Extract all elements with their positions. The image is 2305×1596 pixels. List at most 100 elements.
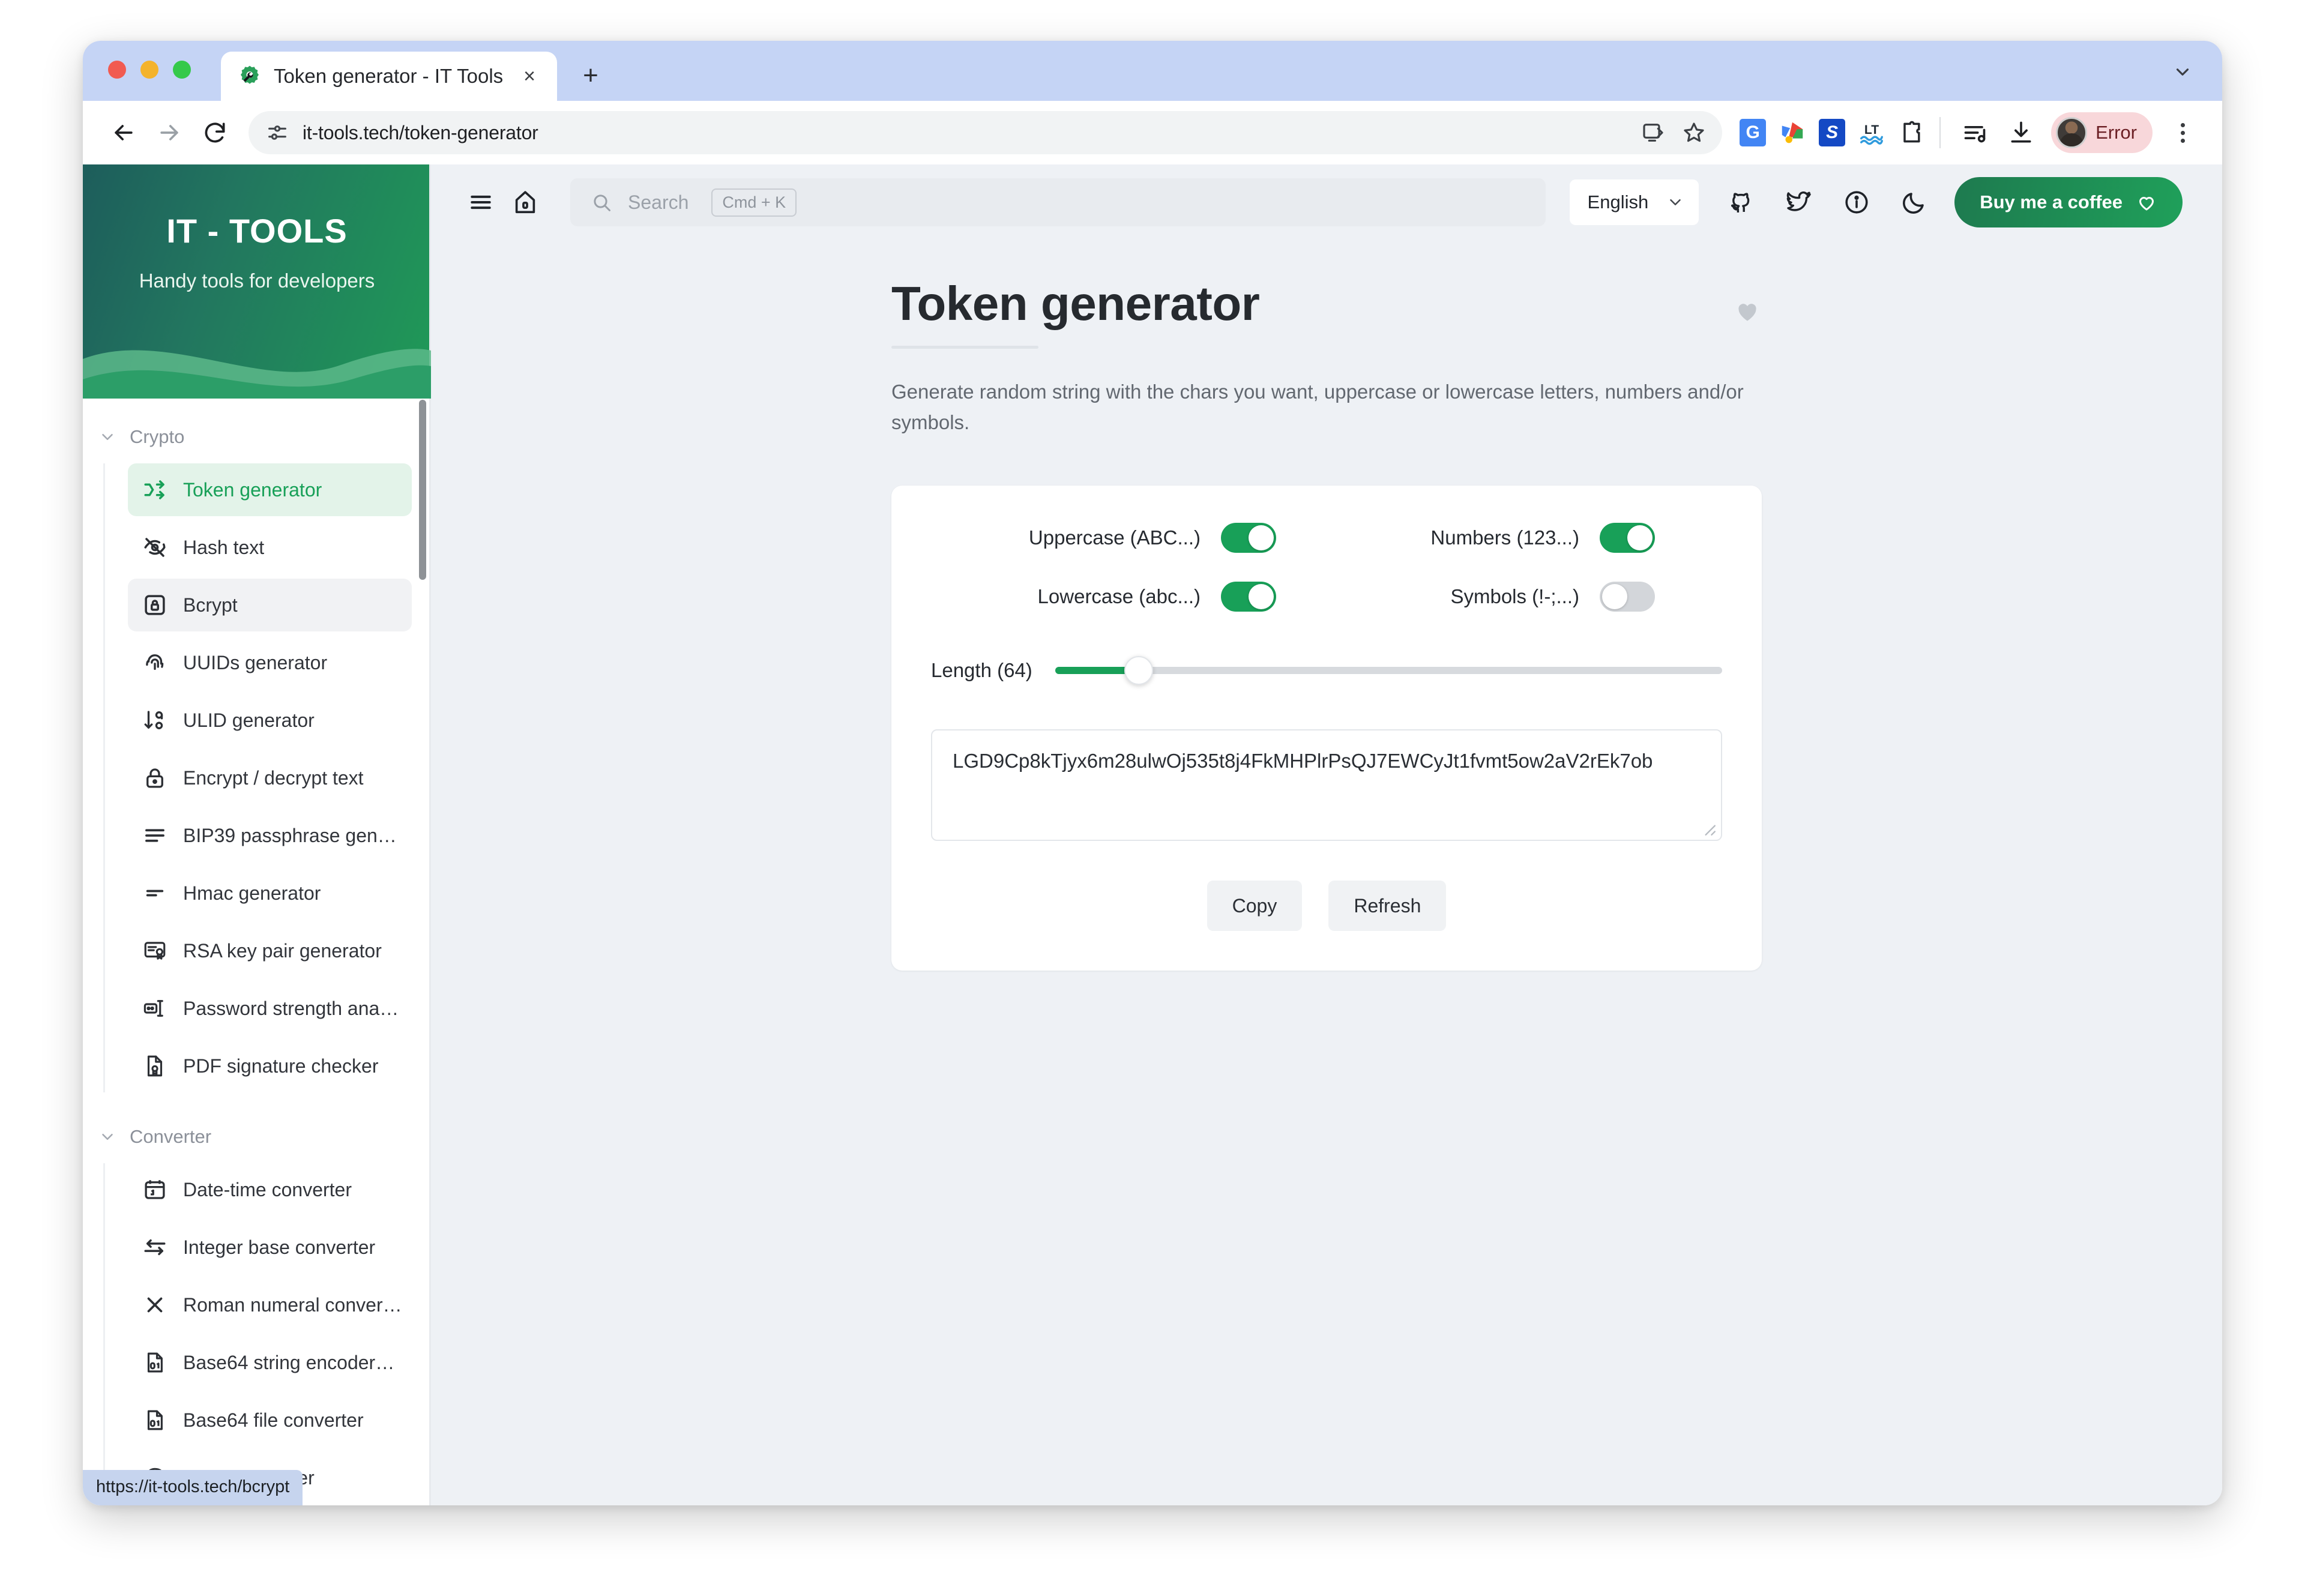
wrench-gear-icon: [241, 65, 259, 84]
buy-me-a-coffee-button[interactable]: Buy me a coffee: [1954, 177, 2183, 227]
token-output-textarea[interactable]: LGD9Cp8kTjyx6m28ulwOj535t8j4FkMHPlrPsQJ7…: [931, 729, 1722, 842]
download-icon: [2011, 121, 2031, 143]
address-bar[interactable]: it-tools.tech/token-generator: [249, 111, 1723, 154]
option-numbers: Numbers (123...): [1310, 523, 1689, 553]
page-title-row: Token generator: [891, 280, 1762, 349]
copy-button[interactable]: Copy: [1207, 881, 1303, 932]
uppercase-toggle[interactable]: [1221, 523, 1276, 553]
hamburger-icon: [471, 195, 491, 209]
tab-list-chevron-icon[interactable]: [2166, 55, 2199, 89]
sidebar-item-roman-numeral-converter[interactable]: Roman numeral conver…: [128, 1278, 412, 1331]
close-tab-button[interactable]: ×: [516, 63, 543, 89]
close-window-button[interactable]: [108, 61, 126, 79]
sidebar-item-integer-base-converter[interactable]: Integer base converter: [128, 1221, 412, 1274]
favorite-heart-icon[interactable]: [1733, 297, 1762, 325]
sidebar-scrollbar[interactable]: [419, 400, 426, 580]
sidebar-item-label: Integer base converter: [183, 1236, 376, 1258]
new-tab-button[interactable]: +: [573, 58, 609, 94]
fingerprint-icon: [146, 654, 164, 670]
sidebar-item-pdf-signature-checker[interactable]: PDF signature checker: [128, 1040, 412, 1092]
sidebar-item-hash-text[interactable]: Hash text: [128, 521, 412, 574]
sidebar-item-uuids-generator[interactable]: UUIDs generator: [128, 636, 412, 689]
minimize-window-button[interactable]: [140, 61, 158, 79]
about-button[interactable]: [1834, 180, 1879, 224]
sidebar-item-label: Date-time converter: [183, 1178, 352, 1200]
twitter-link[interactable]: [1777, 180, 1821, 224]
file-badge-icon: [147, 1055, 163, 1077]
option-lowercase: Lowercase (abc...): [931, 582, 1310, 612]
toggle-knob: [1627, 525, 1653, 551]
coffee-button-label: Buy me a coffee: [1980, 191, 2123, 212]
github-link[interactable]: [1719, 180, 1764, 224]
status-bar-link: https://it-tools.tech/bcrypt: [83, 1470, 303, 1505]
home-button[interactable]: [503, 180, 547, 224]
back-button[interactable]: [102, 111, 145, 154]
sidebar-item-encrypt-decrypt-text[interactable]: Encrypt / decrypt text: [128, 751, 412, 804]
sidebar-item-token-generator[interactable]: Token generator: [128, 463, 412, 516]
length-row: Length (64): [931, 655, 1722, 686]
brand-subtitle: Handy tools for developers: [139, 270, 375, 292]
symbols-toggle[interactable]: [1600, 582, 1655, 612]
sidebar-item-hmac-generator[interactable]: Hmac generator: [128, 867, 412, 920]
sidebar-item-base64-string-encoder[interactable]: Base64 string encoder…: [128, 1336, 412, 1389]
content-area: Search Cmd + K English Buy me a coffee T…: [431, 164, 2222, 1505]
scribe-icon[interactable]: S: [1817, 118, 1847, 148]
tab-strip: Token generator - IT Tools × +: [83, 41, 2222, 101]
options-grid: Uppercase (ABC...) Numbers (123...) Lowe…: [931, 523, 1722, 612]
lowercase-toggle[interactable]: [1221, 582, 1276, 612]
sidebar-item-date-time-converter[interactable]: Date-time converter: [128, 1163, 412, 1216]
sidebar-item-password-strength-analyser[interactable]: Password strength ana…: [128, 982, 412, 1035]
sidebar-item-label: RSA key pair generator: [183, 939, 382, 962]
search-icon: [594, 194, 610, 211]
sidebar-group-converter[interactable]: Converter: [83, 1115, 431, 1158]
site-settings-icon[interactable]: [265, 121, 289, 145]
sidebar-item-base64-file-converter[interactable]: Base64 file converter: [128, 1394, 412, 1447]
reading-list-icon[interactable]: [1954, 111, 1997, 154]
toggle-knob: [1249, 525, 1274, 551]
languagetool-icon[interactable]: LT: [1857, 118, 1887, 148]
google-translate-icon[interactable]: G: [1738, 118, 1768, 148]
bookmark-star-icon[interactable]: [1675, 114, 1713, 151]
sidebar-group-label: Converter: [130, 1126, 212, 1147]
page-title-block: Token generator: [891, 280, 1260, 349]
sidebar-item-bcrypt[interactable]: Bcrypt: [128, 579, 412, 631]
main-scroll-region: Token generator Generate random string w…: [431, 240, 2222, 1505]
sidebar-item-bip39-passphrase-generator[interactable]: BIP39 passphrase gen…: [128, 809, 412, 862]
extension-puzzle-icon[interactable]: [1896, 118, 1926, 148]
address-bar-actions: [1635, 114, 1713, 151]
file-binary-icon: [147, 1410, 163, 1430]
arrows-exchange-icon: [144, 1239, 166, 1256]
length-slider[interactable]: [1055, 655, 1722, 686]
profile-button[interactable]: Error: [2051, 112, 2153, 153]
heart-icon: [2139, 197, 2154, 211]
sidebar-group-items-crypto: Token generator Hash text Bcrypt UUIDs g…: [103, 463, 431, 1092]
install-app-icon[interactable]: [1635, 114, 1672, 151]
numbers-toggle[interactable]: [1600, 523, 1655, 553]
dark-mode-toggle[interactable]: [1892, 180, 1936, 224]
language-select[interactable]: English: [1569, 179, 1699, 225]
browser-tab[interactable]: Token generator - IT Tools ×: [221, 52, 557, 101]
reload-button[interactable]: [193, 111, 237, 154]
browser-window: Token generator - IT Tools × + it-tools.…: [83, 41, 2222, 1505]
sidebar-item-rsa-key-pair-generator[interactable]: RSA key pair generator: [128, 924, 412, 977]
svg-text:LT: LT: [1864, 123, 1879, 137]
menu-toggle-button[interactable]: [459, 180, 503, 224]
sidebar-item-ulid-generator[interactable]: ULID generator: [128, 694, 412, 747]
toggle-knob: [1249, 584, 1274, 610]
browser-menu-button[interactable]: [2163, 113, 2202, 152]
refresh-button[interactable]: Refresh: [1328, 881, 1447, 932]
arrow-right-icon: [160, 125, 178, 140]
chevron-down-icon: [102, 434, 113, 440]
google-colorful-icon[interactable]: [1777, 118, 1807, 148]
maximize-window-button[interactable]: [173, 61, 191, 79]
sidebar-item-label: ULID generator: [183, 709, 315, 731]
forward-button[interactable]: [148, 111, 191, 154]
resize-grip-icon[interactable]: [1701, 821, 1716, 836]
sidebar-item-label: BIP39 passphrase gen…: [183, 824, 397, 846]
slider-thumb[interactable]: [1124, 656, 1153, 685]
brand-header[interactable]: IT - TOOLS Handy tools for developers: [83, 164, 431, 399]
main-content: Token generator Generate random string w…: [891, 280, 1762, 971]
search-input[interactable]: Search Cmd + K: [570, 178, 1546, 226]
sidebar-group-crypto[interactable]: Crypto: [83, 415, 431, 459]
downloads-icon[interactable]: [1999, 111, 2043, 154]
